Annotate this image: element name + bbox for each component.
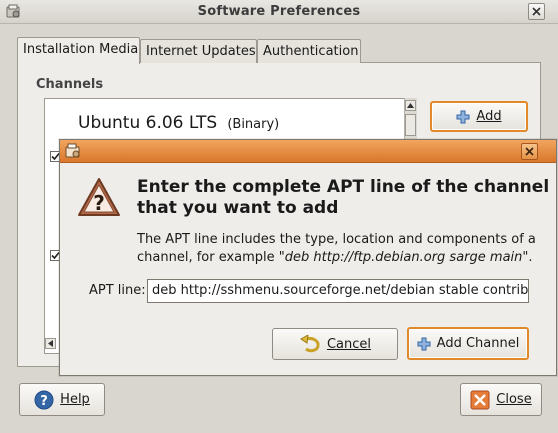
dialog-description: The APT line includes the type, location… (137, 231, 536, 267)
svg-text:?: ? (40, 394, 48, 409)
channel-type: (Binary) (227, 117, 280, 132)
description-line: channel, for example "deb http://ftp.deb… (137, 249, 536, 267)
help-button[interactable]: ? Help (19, 383, 105, 416)
plus-icon (417, 337, 431, 350)
apt-line-value: deb http://sshmenu.sourceforge.net/debia… (152, 283, 529, 298)
arrow-left-icon (48, 340, 53, 347)
arrow-up-icon (407, 103, 414, 108)
apt-line-label: APT line: (89, 283, 146, 298)
add-channel-button-label: Add Channel (436, 336, 520, 351)
scroll-up-button[interactable] (405, 100, 416, 111)
close-button[interactable]: Close (460, 383, 542, 416)
close-icon (525, 147, 534, 156)
example-apt-line: deb http://ftp.debian.org sarge main (284, 250, 523, 265)
description-line: The APT line includes the type, location… (137, 232, 536, 247)
close-button-label: Close (496, 392, 532, 407)
dialog-heading: Enter the complete APT line of the chann… (137, 177, 549, 219)
scroll-thumb[interactable] (405, 114, 416, 136)
cancel-button-label: Cancel (326, 336, 372, 352)
dialog-titlebar[interactable] (60, 140, 556, 163)
help-icon: ? (34, 390, 54, 409)
description-text: ". (522, 250, 533, 265)
dialog-heading-line: that you want to add (137, 198, 339, 218)
dialog-close-button[interactable] (521, 143, 538, 160)
scroll-left-button[interactable] (45, 338, 56, 349)
apt-line-input[interactable]: deb http://sshmenu.sourceforge.net/debia… (147, 279, 529, 303)
description-text: channel, for example " (137, 250, 285, 265)
tab-internet-updates[interactable]: Internet Updates (140, 39, 257, 63)
tab-authentication[interactable]: Authentication (257, 39, 361, 63)
window-close-button[interactable] (528, 3, 545, 20)
software-properties-icon[interactable] (64, 142, 82, 160)
plus-icon (456, 110, 470, 123)
add-button[interactable]: Add (430, 101, 528, 132)
tab-label: Authentication (263, 44, 359, 59)
channel-name: Ubuntu 6.06 LTS (78, 113, 218, 133)
channels-label: Channels (36, 77, 104, 92)
close-icon (532, 7, 541, 16)
question-icon: ? (77, 177, 121, 217)
list-item[interactable]: Ubuntu 6.06 LTS (Binary) (78, 113, 279, 133)
tab-installation-media[interactable]: Installation Media (17, 37, 140, 64)
help-button-label: Help (60, 392, 90, 407)
dialog-heading-line: Enter the complete APT line of the chann… (137, 177, 550, 197)
tab-label: Installation Media (23, 42, 139, 57)
tab-label: Internet Updates (146, 44, 256, 59)
add-button-label: Add (476, 109, 502, 124)
add-channel-button[interactable]: Add Channel (407, 327, 529, 360)
window-title: Software Preferences (197, 4, 361, 19)
undo-icon (300, 335, 320, 353)
svg-text:?: ? (93, 191, 105, 215)
cancel-button[interactable]: Cancel (272, 328, 398, 360)
close-red-icon (470, 390, 490, 409)
